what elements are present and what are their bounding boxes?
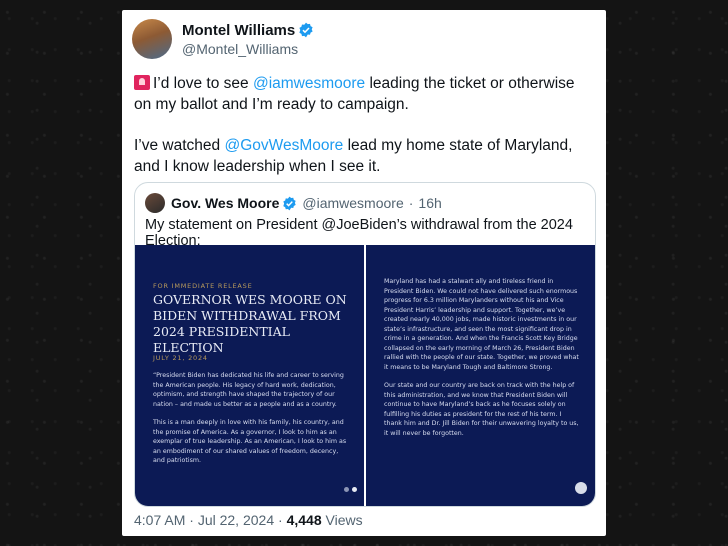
carousel-dot <box>344 487 349 492</box>
tweet-paragraph-1: I’d love to see @iamwesmoore leading the… <box>134 73 596 115</box>
quoted-timestamp[interactable]: 16h <box>418 195 441 211</box>
statement-paragraph: “President Biden has dedicated his life … <box>153 372 344 408</box>
statement-body-left: “President Biden has dedicated his life … <box>153 371 348 475</box>
name-row: Montel Williams <box>182 22 314 39</box>
carousel-dots <box>344 487 357 492</box>
quoted-handle[interactable]: @iamwesmoore <box>302 195 403 211</box>
separator-dot: · <box>278 512 283 528</box>
separator-dot: · <box>189 512 194 528</box>
tweet-text: I’d love to see @iamwesmoore leading the… <box>134 73 596 197</box>
quoted-tweet-header: Gov. Wes Moore @iamwesmoore · 16h <box>145 193 442 213</box>
tweet-card: Montel Williams @Montel_Williams I’d lov… <box>122 10 606 536</box>
tweet-text-segment: I’ve watched <box>134 137 225 154</box>
carousel-dot-active <box>352 487 357 492</box>
statement-image-2[interactable]: Maryland has had a stalwart ally and tir… <box>366 245 595 506</box>
tweet-footer: 4:07 AM · Jul 22, 2024 · 4,448 Views <box>134 512 363 528</box>
mention-link-govwesmoore[interactable]: @GovWesMoore <box>224 137 343 154</box>
statement-paragraph: Our state and our country are back on tr… <box>384 382 579 437</box>
tweet-time[interactable]: 4:07 AM <box>134 512 185 528</box>
views-count: 4,448 <box>286 512 322 528</box>
quoted-display-name[interactable]: Gov. Wes Moore <box>171 195 279 211</box>
quoted-tweet[interactable]: Gov. Wes Moore @iamwesmoore · 16h My sta… <box>134 182 596 507</box>
avatar[interactable] <box>132 19 172 59</box>
quoted-avatar[interactable] <box>145 193 165 213</box>
author-names: Montel Williams @Montel_Williams <box>182 22 314 57</box>
verified-badge-icon <box>283 196 297 210</box>
tweet-date[interactable]: Jul 22, 2024 <box>198 512 274 528</box>
tweet-text-segment: I’d love to see <box>153 75 253 92</box>
image-indicator-icon <box>575 482 587 494</box>
statement-date: JULY 21, 2024 <box>153 354 208 362</box>
display-name[interactable]: Montel Williams <box>182 22 295 39</box>
statement-body-right: Maryland has had a stalwart ally and tir… <box>384 277 579 447</box>
statement-paragraph: This is a man deeply in love with his fa… <box>153 419 347 464</box>
statement-image-1[interactable]: FOR IMMEDIATE RELEASE GOVERNOR WES MOORE… <box>135 245 364 506</box>
separator-dot: · <box>408 195 414 211</box>
views-label: Views <box>325 512 363 528</box>
rotating-light-icon <box>134 75 150 90</box>
mention-link-iamwesmoore[interactable]: @iamwesmoore <box>253 75 365 92</box>
statement-images: FOR IMMEDIATE RELEASE GOVERNOR WES MOORE… <box>135 245 595 506</box>
tweet-header: Montel Williams @Montel_Williams <box>132 19 314 59</box>
statement-paragraph: Maryland has had a stalwart ally and tir… <box>384 278 579 371</box>
author-handle[interactable]: @Montel_Williams <box>182 41 314 57</box>
release-label: FOR IMMEDIATE RELEASE <box>153 282 253 290</box>
tweet-paragraph-2: I’ve watched @GovWesMoore lead my home s… <box>134 135 596 177</box>
verified-badge-icon <box>299 22 313 38</box>
statement-headline: GOVERNOR WES MOORE ON BIDEN WITHDRAWAL F… <box>153 292 347 355</box>
